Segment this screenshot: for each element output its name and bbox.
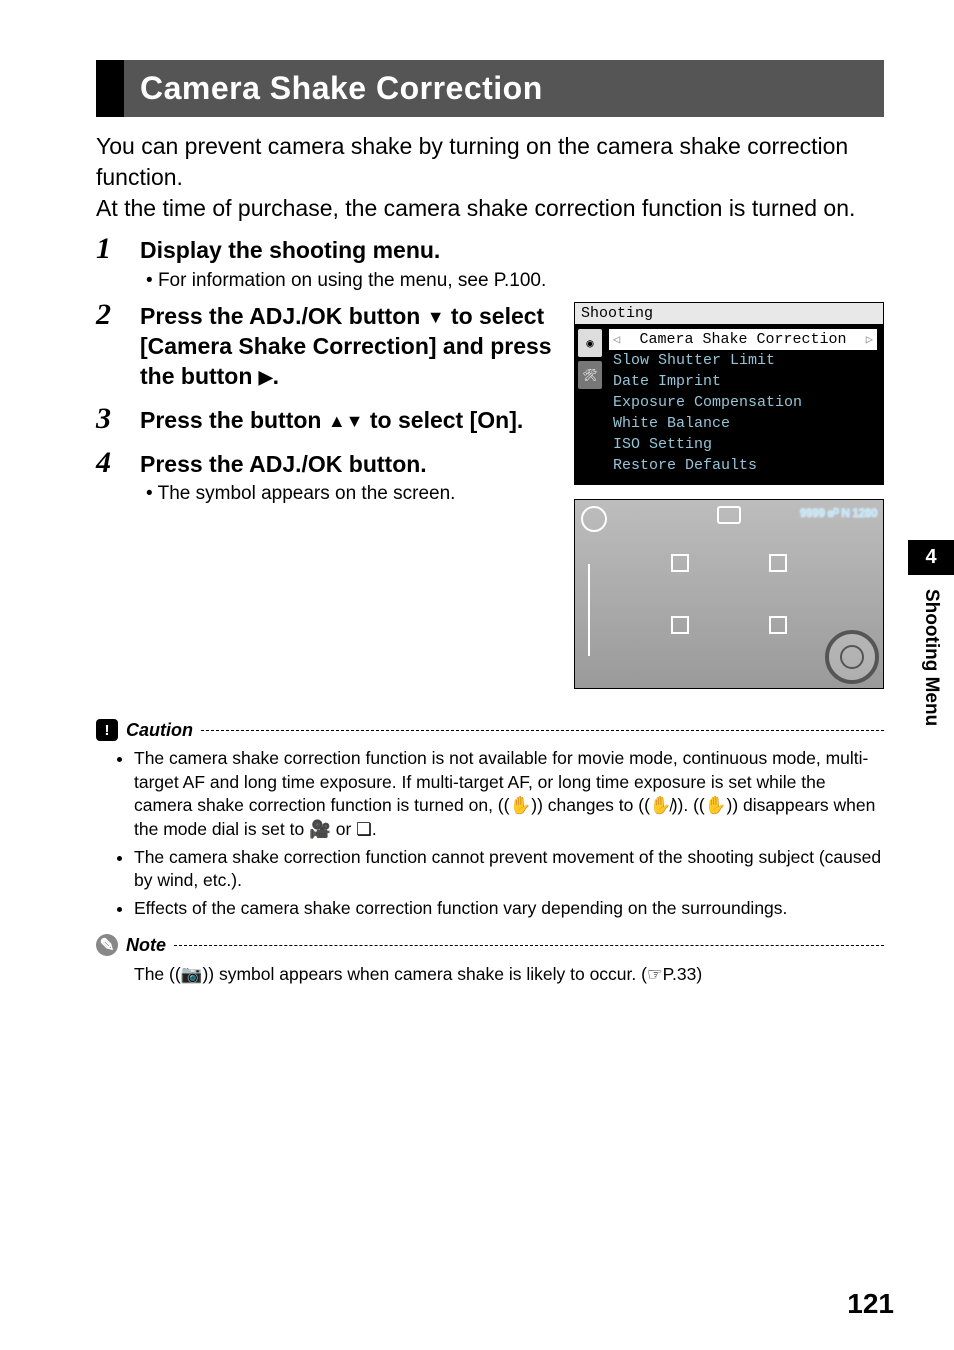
right-arrow-icon: ▶ (259, 366, 273, 389)
caution-label: Caution (126, 720, 193, 741)
menu-item: Date Imprint (609, 371, 877, 392)
intro-text: You can prevent camera shake by turning … (96, 131, 884, 224)
menu-item: Exposure Compensation (609, 392, 877, 413)
caution-block: ! Caution The camera shake correction fu… (96, 719, 884, 920)
section-title: Camera Shake Correction (124, 60, 884, 117)
menu-item: Restore Defaults (609, 455, 877, 476)
step-4-sub: The symbol appears on the screen. (140, 483, 554, 505)
step-3-post: to select [On]. (364, 407, 524, 433)
menu-item-selected: ◁ Camera Shake Correction ▷ (609, 329, 877, 350)
menu-tabs: ◉ 🛠 (575, 325, 605, 484)
step-1-head: Display the shooting menu. (140, 236, 884, 266)
step-2-pre: Press the ADJ./OK button (140, 303, 427, 329)
divider (174, 945, 884, 946)
caution-icon: ! (96, 719, 118, 741)
menu-item: Slow Shutter Limit (609, 350, 877, 371)
menu-selected-label: Camera Shake Correction (639, 331, 846, 348)
caution-item: The camera shake correction function can… (134, 846, 884, 893)
menu-item: White Balance (609, 413, 877, 434)
up-down-arrow-icon: ▲▼ (328, 410, 364, 433)
note-block: ✎ Note The ((📷)) symbol appears when cam… (96, 934, 884, 987)
step-3-number: 3 (96, 402, 111, 436)
camera-mode-icon (717, 506, 741, 524)
shake-correction-icon (581, 506, 607, 532)
remaining-shots-label: 9999 ᵴᴰ N 1280 (800, 506, 877, 520)
divider (201, 730, 884, 731)
menu-item: ISO Setting (609, 434, 877, 455)
step-1-sub: For information on using the menu, see P… (140, 270, 884, 292)
step-row-2-4: Press the ADJ./OK button ▼ to select [Ca… (96, 302, 884, 689)
step-1: Display the shooting menu. For informati… (96, 236, 884, 292)
caution-item: The camera shake correction function is … (134, 747, 884, 842)
note-text: The ((📷)) symbol appears when camera sha… (134, 962, 884, 987)
title-accent (96, 60, 124, 117)
menu-title: Shooting (575, 303, 883, 325)
down-arrow-icon: ▼ (427, 306, 445, 329)
zoom-indicator-icon (583, 546, 595, 674)
side-chapter-label: Shooting Menu (908, 575, 954, 740)
step-4-head: Press the ADJ./OK button. (140, 450, 554, 480)
menu-left-arrow-icon: ◁ (613, 332, 620, 347)
symbol-highlight-icon (825, 630, 879, 684)
note-label: Note (126, 935, 166, 956)
section-title-bar: Camera Shake Correction (96, 60, 884, 117)
step-2-end: . (273, 363, 279, 389)
step-2-head: Press the ADJ./OK button ▼ to select [Ca… (140, 302, 554, 392)
camera-tab-icon: ◉ (578, 329, 602, 357)
step-3-pre: Press the button (140, 407, 328, 433)
page-number: 121 (847, 1288, 894, 1320)
menu-right-arrow-icon: ▷ (866, 332, 873, 347)
menu-list: ◁ Camera Shake Correction ▷ Slow Shutter… (605, 325, 883, 484)
note-icon: ✎ (96, 934, 118, 956)
liveview-screenshot: 9999 ᵴᴰ N 1280 (574, 499, 884, 689)
side-tab: 4 Shooting Menu (908, 540, 954, 740)
step-4-number: 4 (96, 446, 111, 480)
caution-item: Effects of the camera shake correction f… (134, 897, 884, 921)
side-chapter-number: 4 (908, 540, 954, 575)
menu-screenshot: Shooting ◉ 🛠 ◁ Camera Shake Correction (574, 302, 884, 485)
step-3-head: Press the button ▲▼ to select [On]. (140, 406, 554, 436)
setup-tab-icon: 🛠 (578, 361, 602, 389)
